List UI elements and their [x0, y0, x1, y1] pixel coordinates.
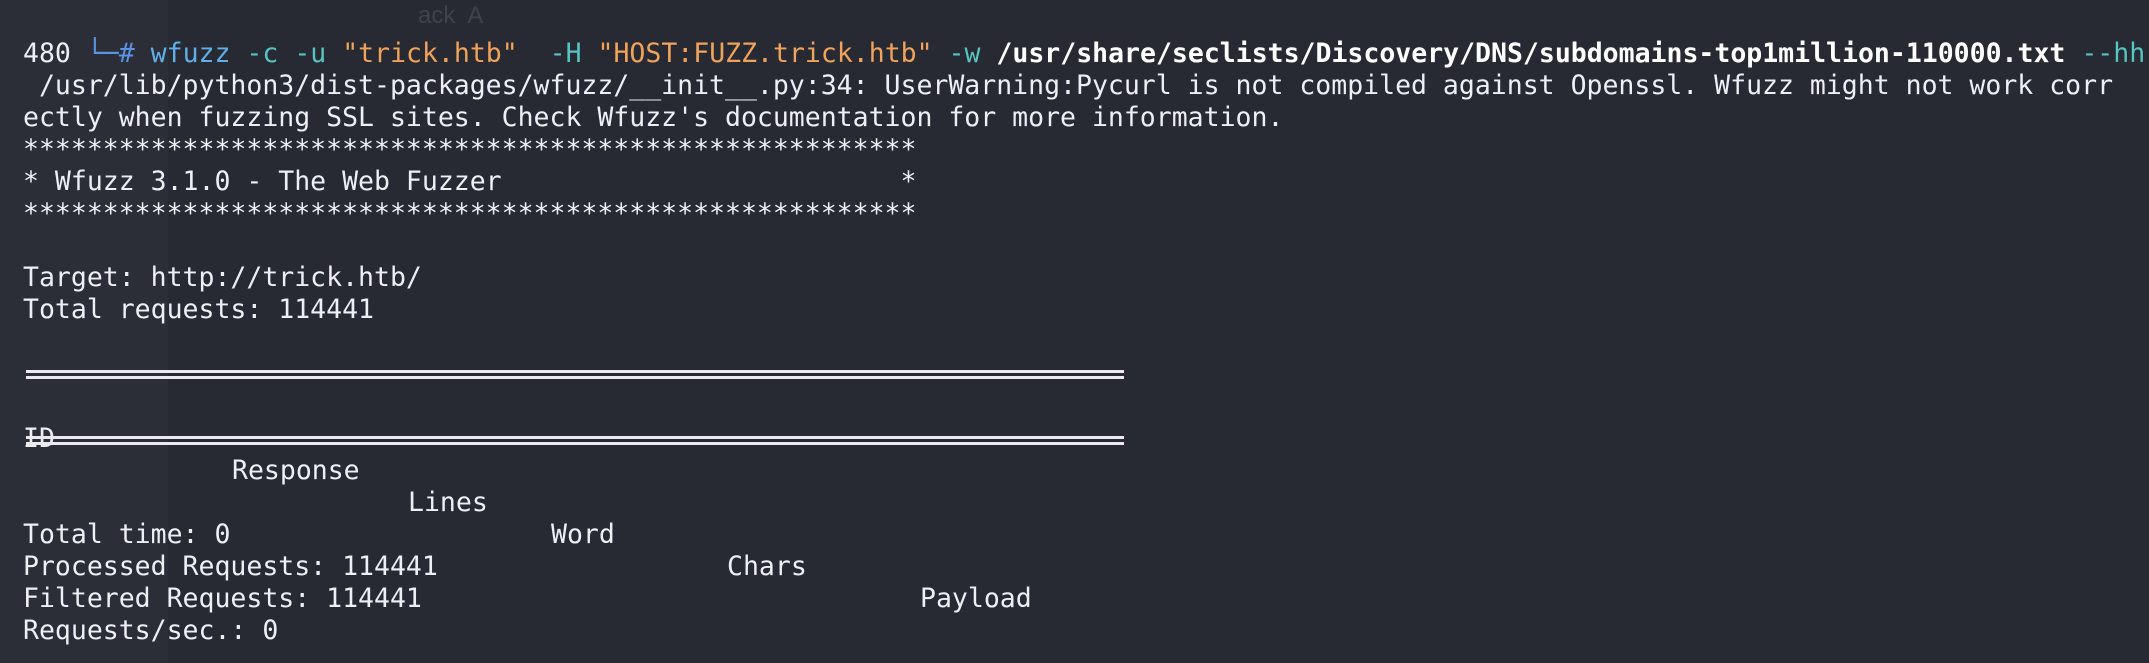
- url-argument: "trick.htb": [342, 38, 518, 69]
- warning-line-2: ectly when fuzzing SSL sites. Check Wfuz…: [23, 102, 1284, 133]
- ghost-overlay-text: ack A: [418, 2, 484, 29]
- header-payload: Payload: [920, 583, 1032, 614]
- table-top-rule: [26, 370, 1124, 379]
- command-program: wfuzz: [150, 38, 231, 69]
- header-lines: Lines: [408, 487, 488, 518]
- header-response: Response: [232, 455, 360, 486]
- banner-bottom-border: ****************************************…: [23, 198, 917, 229]
- terminal-output[interactable]: └─( ) [~/ └─# wfuzz -c -u "trick.htb" -H…: [23, 0, 2149, 663]
- hh-value-wrap: 480: [23, 38, 71, 69]
- header-word: Word: [551, 519, 615, 550]
- table-bottom-rule: [26, 436, 1124, 445]
- flag-w: -w: [948, 38, 981, 69]
- summary-total-time: Total time: 0: [23, 519, 231, 550]
- command-line[interactable]: └─# wfuzz -c -u "trick.htb" -H "HOST:FUZ…: [23, 6, 2149, 69]
- flag-u: -u: [294, 38, 327, 69]
- table-header-row: ID Response Lines Word Chars Payload: [23, 391, 1123, 614]
- previous-prompt-cutoff: └─( ) [~/: [23, 0, 310, 2]
- summary-filtered-requests: Filtered Requests: 114441: [23, 583, 422, 614]
- summary-processed-requests: Processed Requests: 114441: [23, 551, 438, 582]
- flag-c: -c: [246, 38, 279, 69]
- header-argument: "HOST:FUZZ.trick.htb": [597, 38, 933, 69]
- total-requests-line: Total requests: 114441: [23, 294, 374, 325]
- warning-line-1: /usr/lib/python3/dist-packages/wfuzz/__i…: [23, 70, 2114, 101]
- banner-title: * Wfuzz 3.1.0 - The Web Fuzzer *: [23, 166, 917, 197]
- wordlist-path: /usr/share/seclists/Discovery/DNS/subdom…: [996, 38, 2066, 69]
- flag-h: -H: [549, 38, 582, 69]
- header-chars: Chars: [727, 551, 807, 582]
- banner-top-border: ****************************************…: [23, 134, 917, 165]
- prompt-corner-glyph: └─#: [86, 38, 135, 69]
- summary-requests-per-sec: Requests/sec.: 0: [23, 615, 279, 646]
- flag-hh: --hh: [2081, 38, 2146, 69]
- target-line: Target: http://trick.htb/: [23, 262, 422, 293]
